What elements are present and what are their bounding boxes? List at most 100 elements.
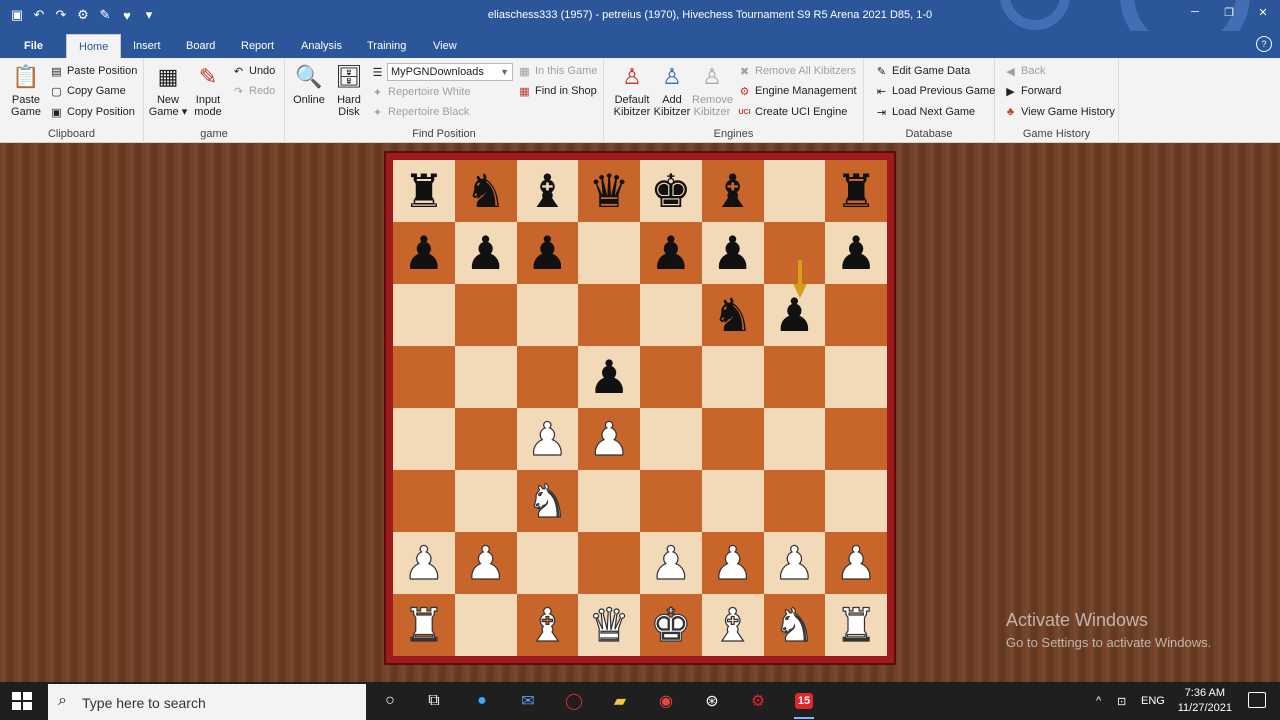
copy-game-button[interactable]: ▢ Copy Game — [50, 82, 125, 100]
black-knight-piece[interactable]: ♞ — [465, 168, 506, 214]
white-rook-piece[interactable]: ♜ — [403, 601, 445, 648]
engine-management-button[interactable]: ⚙ Engine Management — [738, 82, 857, 100]
square-e7[interactable]: ♟ — [640, 222, 702, 284]
repertoire-white-button[interactable]: ✦ Repertoire White — [371, 83, 471, 101]
input-mode-button[interactable]: ✎ Input mode — [188, 62, 228, 119]
cortana-icon[interactable]: ○ — [378, 689, 402, 713]
black-bishop-piece[interactable]: ♝ — [712, 168, 753, 214]
online-button[interactable]: 🔍 Online — [289, 62, 329, 107]
square-a7[interactable]: ♟ — [393, 222, 455, 284]
square-a1[interactable]: ♜ — [393, 594, 455, 656]
default-kibitzer-button[interactable]: ♙ Default Kibitzer — [612, 62, 652, 119]
square-c2[interactable] — [516, 532, 579, 594]
square-f3[interactable] — [701, 470, 764, 532]
square-a4[interactable] — [393, 408, 455, 470]
square-a2[interactable]: ♟ — [393, 532, 455, 594]
square-e6[interactable] — [640, 284, 702, 346]
notifications-icon[interactable] — [1248, 692, 1266, 708]
square-g8[interactable] — [763, 160, 826, 222]
square-a5[interactable] — [393, 346, 455, 408]
square-a8[interactable]: ♜ — [393, 160, 455, 222]
square-d5[interactable]: ♟ — [578, 346, 640, 408]
square-c3[interactable]: ♞ — [516, 470, 579, 532]
square-h4[interactable] — [825, 408, 887, 470]
chrome-icon[interactable]: ◉ — [654, 689, 678, 713]
remove-all-kibitzers-button[interactable]: ✖ Remove All Kibitzers — [738, 62, 856, 80]
square-g5[interactable] — [763, 346, 826, 408]
square-h1[interactable]: ♜ — [825, 594, 887, 656]
white-king-piece[interactable]: ♚ — [650, 601, 692, 648]
white-pawn-piece[interactable]: ♟ — [773, 539, 815, 586]
back-button[interactable]: ◀ Back — [1004, 62, 1045, 80]
mail-icon[interactable]: ✉ — [516, 689, 540, 713]
square-b6[interactable] — [454, 284, 517, 346]
square-d4[interactable]: ♟ — [578, 408, 640, 470]
taskbar-search-box[interactable]: ⌕ Type here to search — [48, 684, 366, 720]
square-d2[interactable] — [578, 532, 640, 594]
square-b1[interactable] — [454, 594, 517, 656]
square-h8[interactable]: ♜ — [825, 160, 887, 222]
square-c1[interactable]: ♝ — [516, 594, 579, 656]
square-c4[interactable]: ♟ — [516, 408, 579, 470]
square-g3[interactable] — [763, 470, 826, 532]
system-clock[interactable]: 7:36 AM 11/27/2021 — [1178, 686, 1232, 716]
square-f6[interactable]: ♞ — [701, 284, 764, 346]
white-knight-piece[interactable]: ♞ — [526, 477, 568, 524]
black-pawn-piece[interactable]: ♟ — [527, 230, 568, 276]
load-next-game-button[interactable]: ⇥ Load Next Game — [875, 103, 975, 121]
white-pawn-piece[interactable]: ♟ — [526, 415, 568, 462]
add-kibitzer-button[interactable]: ♙ Add Kibitzer — [652, 62, 692, 119]
new-game-button[interactable]: ▦ New Game ▾ — [148, 62, 188, 119]
white-pawn-piece[interactable]: ♟ — [650, 539, 692, 586]
square-g1[interactable]: ♞ — [763, 594, 826, 656]
square-g4[interactable] — [763, 408, 826, 470]
square-d7[interactable] — [578, 222, 640, 284]
square-b8[interactable]: ♞ — [454, 160, 517, 222]
tab-home[interactable]: Home — [66, 34, 122, 58]
in-this-game-button[interactable]: ▦ In this Game — [518, 62, 597, 80]
help-icon[interactable]: ? — [1256, 36, 1272, 52]
black-knight-piece[interactable]: ♞ — [712, 292, 753, 338]
square-b4[interactable] — [454, 408, 517, 470]
paste-game-button[interactable]: 📋 Paste Game — [6, 62, 46, 119]
create-uci-engine-button[interactable]: UCI Create UCI Engine — [738, 103, 847, 121]
black-king-piece[interactable]: ♚ — [650, 168, 691, 214]
hard-disk-button[interactable]: 🗄 Hard Disk — [329, 62, 369, 119]
square-a6[interactable] — [393, 284, 455, 346]
tab-view[interactable]: View — [421, 34, 469, 58]
windows-start-icon[interactable] — [12, 692, 32, 710]
tab-training[interactable]: Training — [355, 34, 418, 58]
square-h7[interactable]: ♟ — [825, 222, 887, 284]
square-e4[interactable] — [640, 408, 702, 470]
white-rook-piece[interactable]: ♜ — [835, 601, 877, 648]
square-e8[interactable]: ♚ — [640, 160, 702, 222]
tab-report[interactable]: Report — [229, 34, 286, 58]
square-e1[interactable]: ♚ — [640, 594, 702, 656]
black-pawn-piece[interactable]: ♟ — [712, 230, 753, 276]
undo-button[interactable]: ↶ Undo — [232, 62, 275, 80]
white-pawn-piece[interactable]: ♟ — [464, 539, 506, 586]
square-e2[interactable]: ♟ — [640, 532, 702, 594]
steam-icon[interactable]: ⊛ — [700, 689, 724, 713]
black-pawn-piece[interactable]: ♟ — [650, 230, 691, 276]
black-queen-piece[interactable]: ♛ — [589, 168, 630, 214]
database-select[interactable]: MyPGNDownloads ▼ — [387, 63, 513, 81]
square-f2[interactable]: ♟ — [701, 532, 764, 594]
square-a3[interactable] — [393, 470, 455, 532]
white-bishop-piece[interactable]: ♝ — [526, 601, 568, 648]
edge-icon[interactable]: ● — [470, 689, 494, 713]
black-rook-piece[interactable]: ♜ — [836, 168, 877, 214]
forward-button[interactable]: ▶ Forward — [1004, 82, 1061, 100]
load-previous-game-button[interactable]: ⇤ Load Previous Game — [875, 82, 995, 100]
square-d8[interactable]: ♛ — [578, 160, 640, 222]
black-pawn-piece[interactable]: ♟ — [465, 230, 506, 276]
paste-position-button[interactable]: ▤ Paste Position — [50, 62, 137, 80]
tab-analysis[interactable]: Analysis — [289, 34, 354, 58]
redo-button[interactable]: ↷ Redo — [232, 82, 275, 100]
square-f4[interactable] — [701, 408, 764, 470]
square-c8[interactable]: ♝ — [516, 160, 579, 222]
chess-board[interactable]: ♜ ♞ ♝ ♛ ♚ ♝ ♜ ♟ ♟ ♟ ♟ ♟ ♟ ♞ ♟ ♟ ♟ ♟ ♞ ♟ ♟ ♟ ♟ ♟ ♟ ♜ ♝ ♛ ♚ ♝ ♞ ♜ — [393, 160, 887, 656]
black-pawn-piece[interactable]: ♟ — [403, 230, 444, 276]
black-pawn-piece[interactable]: ♟ — [589, 354, 630, 400]
white-knight-piece[interactable]: ♞ — [773, 601, 815, 648]
